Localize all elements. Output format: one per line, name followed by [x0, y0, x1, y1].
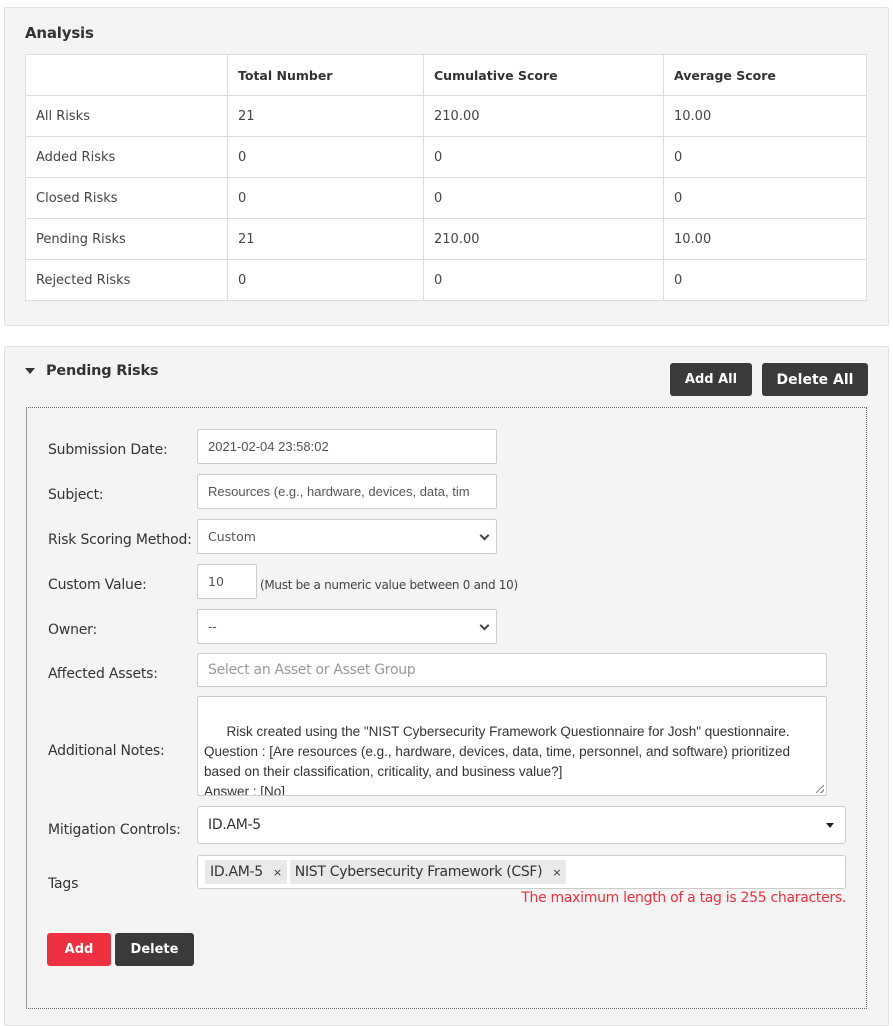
table-row: All Risks 21 210.00 10.00: [25, 95, 867, 137]
total-number-cell: 21: [227, 95, 424, 137]
pending-risk-form: Submission Date: 2021-02-04 23:58:02 Sub…: [26, 407, 867, 1009]
tags-label: Tags: [48, 876, 79, 892]
owner-label: Owner:: [48, 622, 97, 638]
add-button[interactable]: Add: [47, 933, 111, 966]
additional-notes-value: Risk created using the "NIST Cybersecuri…: [204, 724, 791, 796]
mitigation-controls-label: Mitigation Controls:: [48, 822, 181, 838]
tag-text: NIST Cybersecurity Framework (CSF): [294, 864, 543, 880]
table-row: Rejected Risks 0 0 0: [25, 259, 867, 301]
risk-scoring-method-value: Custom: [208, 529, 256, 544]
average-score-cell: 0: [663, 259, 867, 301]
average-score-cell: 0: [663, 136, 867, 178]
table-row: Closed Risks 0 0 0: [25, 177, 867, 219]
caret-down-icon: [25, 368, 35, 374]
risk-scoring-method-select[interactable]: Custom: [197, 519, 497, 554]
tags-error-message: The maximum length of a tag is 255 chara…: [521, 890, 846, 906]
row-label: Closed Risks: [25, 177, 228, 219]
row-label: Pending Risks: [25, 218, 228, 260]
total-number-cell: 0: [227, 259, 424, 301]
subject-input[interactable]: Resources (e.g., hardware, devices, data…: [197, 474, 497, 509]
owner-select[interactable]: --: [197, 609, 497, 644]
column-header-total-number: Total Number: [227, 54, 424, 96]
column-header-cumulative-score: Cumulative Score: [423, 54, 664, 96]
total-number-cell: 0: [227, 177, 424, 219]
remove-tag-icon[interactable]: ×: [552, 866, 561, 879]
column-header: [25, 54, 228, 96]
submission-date-input[interactable]: 2021-02-04 23:58:02: [197, 429, 497, 464]
owner-value: --: [208, 619, 217, 634]
table-row: Added Risks 0 0 0: [25, 136, 867, 178]
table-header-row: Total Number Cumulative Score Average Sc…: [25, 54, 867, 96]
caret-down-icon: [826, 823, 834, 828]
analysis-table: Total Number Cumulative Score Average Sc…: [25, 54, 867, 301]
custom-value-label: Custom Value:: [48, 577, 147, 593]
cumulative-score-cell: 210.00: [423, 218, 664, 260]
table-row: Pending Risks 21 210.00 10.00: [25, 218, 867, 260]
cumulative-score-cell: 0: [423, 259, 664, 301]
column-header-average-score: Average Score: [663, 54, 867, 96]
tags-input[interactable]: ID.AM-5 × NIST Cybersecurity Framework (…: [197, 855, 846, 889]
total-number-cell: 0: [227, 136, 424, 178]
chevron-down-icon: [479, 620, 490, 630]
risk-scoring-method-label: Risk Scoring Method:: [48, 532, 192, 548]
average-score-cell: 0: [663, 177, 867, 219]
custom-value-hint: (Must be a numeric value between 0 and 1…: [260, 578, 518, 592]
custom-value-input[interactable]: 10: [197, 564, 257, 599]
analysis-panel: Analysis Total Number Cumulative Score A…: [4, 7, 889, 326]
remove-tag-icon[interactable]: ×: [273, 866, 282, 879]
tag-chip: ID.AM-5 ×: [205, 860, 287, 884]
mitigation-controls-value: ID.AM-5: [208, 817, 261, 833]
tag-text: ID.AM-5: [210, 864, 263, 880]
analysis-title: Analysis: [25, 24, 94, 42]
total-number-cell: 21: [227, 218, 424, 260]
cumulative-score-cell: 0: [423, 136, 664, 178]
cumulative-score-cell: 0: [423, 177, 664, 219]
submission-date-label: Submission Date:: [48, 442, 168, 458]
subject-label: Subject:: [48, 487, 104, 503]
average-score-cell: 10.00: [663, 218, 867, 260]
affected-assets-input[interactable]: Select an Asset or Asset Group: [197, 653, 827, 687]
tag-chip: NIST Cybersecurity Framework (CSF) ×: [289, 860, 567, 884]
pending-risks-toggle[interactable]: Pending Risks: [25, 363, 159, 379]
resize-handle-icon[interactable]: [816, 785, 824, 793]
delete-button[interactable]: Delete: [115, 933, 194, 966]
affected-assets-label: Affected Assets:: [48, 666, 158, 682]
cumulative-score-cell: 210.00: [423, 95, 664, 137]
chevron-down-icon: [479, 530, 490, 540]
pending-risks-title: Pending Risks: [46, 363, 159, 379]
row-label: All Risks: [25, 95, 228, 137]
row-label: Added Risks: [25, 136, 228, 178]
additional-notes-label: Additional Notes:: [48, 743, 165, 759]
delete-all-button[interactable]: Delete All: [762, 363, 868, 396]
pending-risks-panel: Pending Risks Add All Delete All Submiss…: [4, 346, 889, 1026]
additional-notes-textarea[interactable]: Risk created using the "NIST Cybersecuri…: [197, 696, 827, 796]
row-label: Rejected Risks: [25, 259, 228, 301]
add-all-button[interactable]: Add All: [670, 363, 752, 396]
mitigation-controls-select[interactable]: ID.AM-5: [197, 806, 846, 844]
average-score-cell: 10.00: [663, 95, 867, 137]
